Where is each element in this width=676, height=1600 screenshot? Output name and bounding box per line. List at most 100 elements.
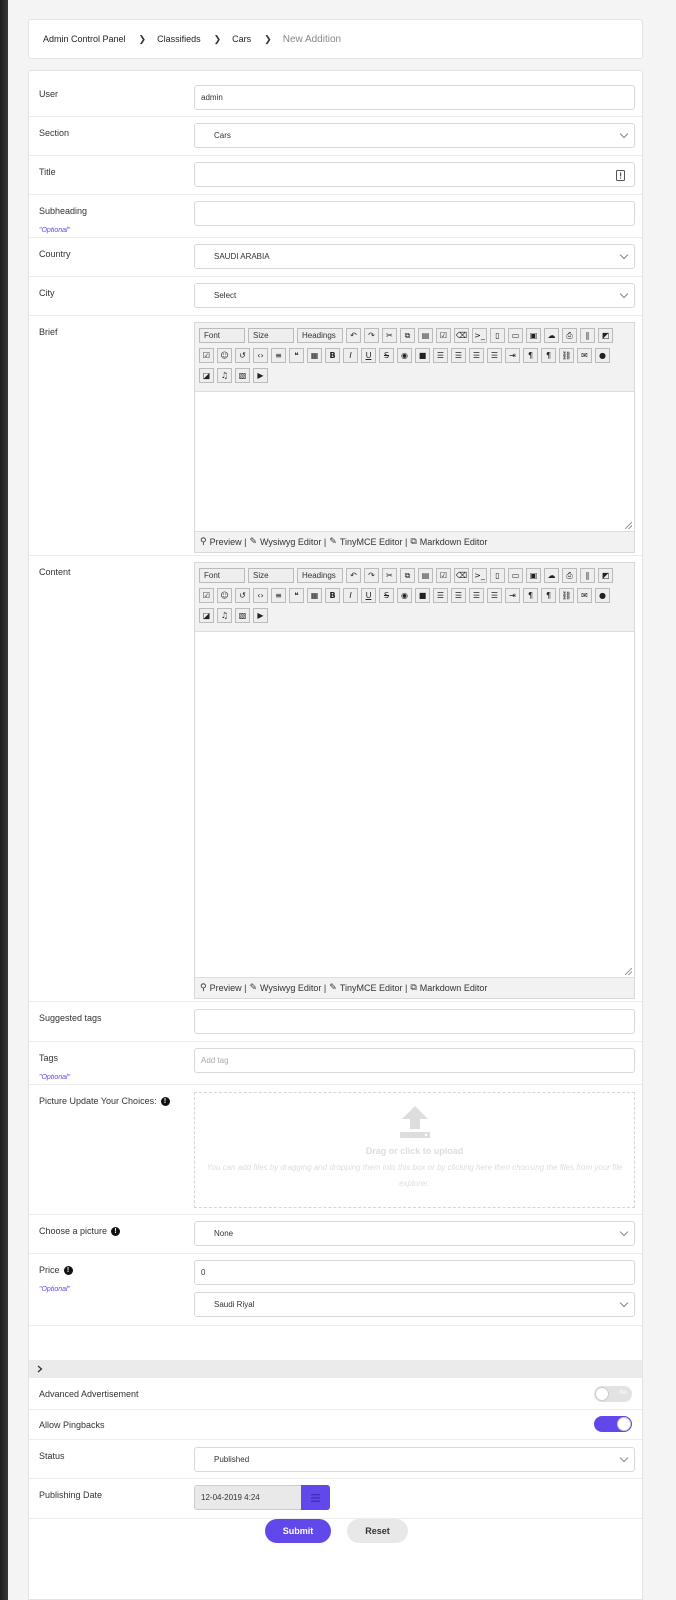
indent-icon[interactable]: ⇥	[505, 348, 520, 363]
block-icon[interactable]: ■	[415, 348, 430, 363]
editor-size-dropdown[interactable]: Size	[248, 328, 294, 343]
breadcrumb-classifieds[interactable]: Classifieds	[157, 34, 201, 44]
align-center-icon[interactable]: ☰	[451, 588, 466, 603]
country-select[interactable]: SAUDI ARABIA	[194, 244, 635, 269]
calendar-button[interactable]	[301, 1485, 330, 1510]
check-square-icon[interactable]: ☑	[199, 348, 214, 363]
palette-icon[interactable]: ◉	[397, 348, 412, 363]
suggested-tags-input[interactable]	[194, 1009, 635, 1034]
eraser-icon[interactable]: ⌫	[454, 568, 469, 583]
underline-icon[interactable]: U	[361, 588, 376, 603]
copy-icon[interactable]: ⧉	[400, 328, 415, 343]
editor-headings-dropdown[interactable]: Headings	[297, 568, 343, 583]
editor-size-dropdown[interactable]: Size	[248, 568, 294, 583]
file-icon[interactable]: ▯	[490, 328, 505, 343]
justify-icon[interactable]: ☰	[487, 348, 502, 363]
align-left-icon[interactable]: ☰	[469, 348, 484, 363]
youtube-icon[interactable]: ▶	[253, 368, 268, 383]
envelope-icon[interactable]: ✉	[577, 348, 592, 363]
preview-link[interactable]: Preview |	[210, 537, 247, 547]
tinymce-link[interactable]: TinyMCE Editor |	[340, 537, 408, 547]
brief-text-area[interactable]	[195, 392, 634, 531]
eraser-icon[interactable]: ⌫	[454, 328, 469, 343]
collapse-bar[interactable]	[29, 1360, 642, 1378]
list-icon[interactable]: ≡	[271, 588, 286, 603]
publishing-date-input[interactable]: 12-04-2019 4:24	[194, 1485, 302, 1510]
wysiwyg-link[interactable]: Wysiwyg Editor |	[260, 537, 326, 547]
paste-text-icon[interactable]: ☑	[436, 568, 451, 583]
film-icon[interactable]: ▧	[235, 608, 250, 623]
user-input[interactable]: admin	[194, 85, 635, 110]
resize-grip-icon[interactable]	[625, 522, 632, 529]
strikethrough-icon[interactable]: S	[379, 588, 394, 603]
image-edit-icon[interactable]: ◩	[598, 568, 613, 583]
italic-icon[interactable]: I	[343, 588, 358, 603]
youtube-icon[interactable]: ▶	[253, 608, 268, 623]
image-icon[interactable]: ▣	[526, 568, 541, 583]
image2-icon[interactable]: ◪	[199, 608, 214, 623]
status-select[interactable]: Published	[194, 1447, 635, 1472]
file-dropzone[interactable]: Drag or click to upload You can add file…	[194, 1092, 635, 1208]
quote-icon[interactable]: ❝	[289, 348, 304, 363]
palette-icon[interactable]: ◉	[397, 588, 412, 603]
paste-icon[interactable]: ▤	[418, 568, 433, 583]
title-input[interactable]	[194, 162, 635, 187]
image2-icon[interactable]: ◪	[199, 368, 214, 383]
undo-icon[interactable]: ↶	[346, 328, 361, 343]
print-icon[interactable]: ⎙	[562, 328, 577, 343]
music-icon[interactable]: ♫	[217, 608, 232, 623]
undo-icon[interactable]: ↶	[346, 568, 361, 583]
image-edit-icon[interactable]: ◩	[598, 328, 613, 343]
link-icon[interactable]: ⛓	[559, 588, 574, 603]
ltr-icon[interactable]: ¶	[523, 588, 538, 603]
choose-picture-select[interactable]: None	[194, 1221, 635, 1246]
section-select[interactable]: Cars	[194, 123, 635, 148]
rtl-icon[interactable]: ¶	[541, 588, 556, 603]
attach-icon[interactable]: ∥	[580, 568, 595, 583]
align-right-icon[interactable]: ☰	[433, 588, 448, 603]
city-select[interactable]: Select	[194, 283, 635, 308]
file-icon[interactable]: ▯	[490, 568, 505, 583]
price-input[interactable]: 0	[194, 1260, 635, 1285]
emoji-icon[interactable]: ☺	[217, 588, 232, 603]
paste-icon[interactable]: ▤	[418, 328, 433, 343]
frame-icon[interactable]: ▭	[508, 568, 523, 583]
align-left-icon[interactable]: ☰	[469, 588, 484, 603]
link-icon[interactable]: ⛓	[559, 348, 574, 363]
attach-icon[interactable]: ∥	[580, 328, 595, 343]
code-view-icon[interactable]: >_	[472, 568, 487, 583]
redo-icon[interactable]: ↷	[364, 328, 379, 343]
content-text-area[interactable]	[195, 632, 634, 977]
pingbacks-toggle[interactable]	[594, 1416, 632, 1432]
history-icon[interactable]: ↺	[235, 348, 250, 363]
envelope-icon[interactable]: ✉	[577, 588, 592, 603]
qrcode-icon[interactable]: ▦	[307, 348, 322, 363]
italic-icon[interactable]: I	[343, 348, 358, 363]
cut-icon[interactable]: ✂	[382, 568, 397, 583]
print-icon[interactable]: ⎙	[562, 568, 577, 583]
breadcrumb-admin-control-panel[interactable]: Admin Control Panel	[43, 34, 126, 44]
comment-icon[interactable]: ●	[595, 348, 610, 363]
quote-icon[interactable]: ❝	[289, 588, 304, 603]
align-right-icon[interactable]: ☰	[433, 348, 448, 363]
check-square-icon[interactable]: ☑	[199, 588, 214, 603]
indent-icon[interactable]: ⇥	[505, 588, 520, 603]
preview-link[interactable]: Preview |	[210, 983, 247, 993]
paste-text-icon[interactable]: ☑	[436, 328, 451, 343]
emoji-icon[interactable]: ☺	[217, 348, 232, 363]
subheading-input[interactable]	[194, 201, 635, 226]
info-icon[interactable]: !	[111, 1227, 121, 1237]
currency-select[interactable]: Saudi Riyal	[194, 1292, 635, 1317]
upload-icon[interactable]: ☁	[544, 328, 559, 343]
rtl-icon[interactable]: ¶	[541, 348, 556, 363]
markdown-link[interactable]: Markdown Editor	[420, 983, 488, 993]
history-icon[interactable]: ↺	[235, 588, 250, 603]
copy-icon[interactable]: ⧉	[400, 568, 415, 583]
list-icon[interactable]: ≡	[271, 348, 286, 363]
align-center-icon[interactable]: ☰	[451, 348, 466, 363]
editor-font-dropdown[interactable]: Font	[199, 568, 245, 583]
info-icon[interactable]: !	[63, 1266, 73, 1276]
markdown-link[interactable]: Markdown Editor	[420, 537, 488, 547]
advanced-ad-toggle[interactable]: No	[594, 1386, 632, 1402]
justify-icon[interactable]: ☰	[487, 588, 502, 603]
